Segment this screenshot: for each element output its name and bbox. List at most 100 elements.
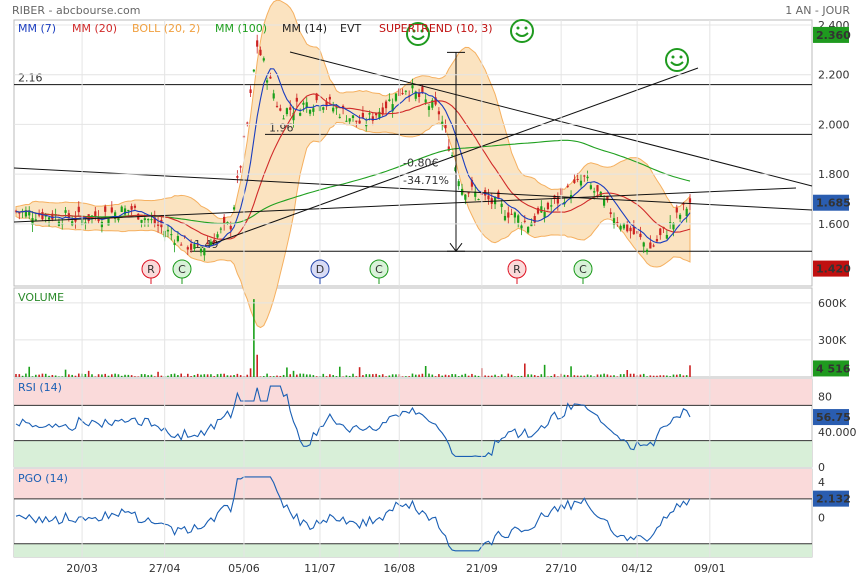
candle-body bbox=[675, 207, 678, 213]
rsi-oversold-zone bbox=[14, 440, 812, 467]
volume-bar bbox=[335, 376, 338, 377]
volume-bar bbox=[454, 374, 457, 377]
volume-bar bbox=[537, 375, 539, 377]
volume-bar bbox=[51, 374, 54, 377]
volume-bar bbox=[639, 374, 642, 377]
volume-bar bbox=[21, 375, 24, 377]
candle-body bbox=[358, 120, 361, 124]
volume-bar bbox=[28, 366, 31, 377]
volume-bar bbox=[325, 376, 328, 377]
volume-bar bbox=[368, 374, 371, 377]
candle-body bbox=[464, 194, 467, 200]
volume-bar bbox=[289, 374, 292, 377]
volume-bar bbox=[203, 374, 206, 377]
candle-body bbox=[579, 180, 583, 186]
volume-bar bbox=[190, 376, 192, 377]
candle-body bbox=[678, 214, 682, 219]
volume-bar bbox=[431, 374, 434, 377]
volume-bar bbox=[540, 374, 543, 377]
candle-body bbox=[246, 122, 249, 124]
candle-body bbox=[289, 107, 292, 110]
level-label: 1.96 bbox=[269, 121, 294, 134]
candle-body bbox=[203, 248, 206, 256]
volume-bar bbox=[586, 374, 589, 377]
candle-body bbox=[401, 93, 404, 95]
candle-body bbox=[411, 85, 414, 89]
candle-body bbox=[38, 214, 41, 216]
signal-label: R bbox=[513, 263, 521, 276]
volume-bar bbox=[44, 373, 47, 377]
volume-bar bbox=[246, 374, 249, 377]
volume-bar bbox=[527, 374, 529, 377]
volume-bar bbox=[457, 376, 460, 377]
pgo-tick-label: 4 bbox=[818, 476, 825, 489]
candle-body bbox=[616, 222, 619, 224]
candle-body bbox=[685, 208, 688, 217]
candle-body bbox=[384, 101, 388, 109]
candle-body bbox=[133, 205, 137, 208]
volume-bar bbox=[507, 373, 510, 377]
candle-body bbox=[332, 107, 335, 112]
volume-bar bbox=[187, 373, 189, 377]
volume-bar bbox=[31, 376, 34, 377]
volume-bar bbox=[388, 375, 391, 377]
candle-body bbox=[427, 106, 431, 110]
volume-bar bbox=[487, 375, 490, 377]
smiley-icon bbox=[665, 48, 689, 72]
volume-bar bbox=[411, 373, 414, 377]
candle-body bbox=[510, 213, 513, 215]
candle-body bbox=[645, 249, 649, 253]
volume-bar bbox=[662, 375, 665, 377]
volume-bar bbox=[524, 363, 526, 377]
candle-body bbox=[527, 226, 530, 233]
volume-bar bbox=[134, 376, 136, 377]
candle-body bbox=[100, 221, 104, 228]
volume-bar bbox=[656, 375, 658, 377]
candle-body bbox=[355, 120, 358, 122]
volume-bar bbox=[348, 375, 351, 377]
volume-bar bbox=[173, 373, 176, 377]
volume-bar bbox=[606, 374, 609, 377]
price-badge-label: 1.685 bbox=[816, 197, 851, 210]
volume-bar bbox=[405, 376, 407, 377]
volume-bar bbox=[87, 370, 90, 377]
candle-body bbox=[530, 222, 533, 227]
candle-body bbox=[642, 242, 645, 247]
candle-body bbox=[566, 185, 569, 187]
volume-bar bbox=[543, 364, 546, 377]
volume-bar bbox=[424, 366, 427, 377]
legend-boll: BOLL (20, 2) bbox=[132, 22, 200, 35]
candle-body bbox=[467, 192, 470, 194]
volume-panel bbox=[15, 299, 691, 377]
candle-body bbox=[487, 195, 490, 200]
volume-bar bbox=[474, 375, 477, 377]
chart-title: RIBER - abcbourse.com bbox=[12, 4, 140, 17]
candle-body bbox=[655, 239, 659, 242]
pgo-high-zone bbox=[14, 469, 812, 499]
volume-bar bbox=[434, 376, 437, 377]
signal-label: C bbox=[579, 263, 587, 276]
volume-bar bbox=[682, 375, 685, 377]
candle-body bbox=[500, 203, 503, 207]
volume-bar bbox=[101, 374, 103, 377]
volume-bar bbox=[666, 375, 668, 377]
volume-bar bbox=[206, 374, 209, 377]
volume-bar bbox=[292, 370, 295, 377]
rsi-tick-label: 80 bbox=[818, 391, 832, 404]
candle-body bbox=[295, 97, 298, 102]
price-tick-label: 2.000 bbox=[818, 118, 850, 131]
volume-bar bbox=[649, 375, 652, 377]
pgo-tick-label: 0 bbox=[818, 511, 825, 524]
volume-bar bbox=[514, 376, 516, 377]
volume-bar bbox=[573, 375, 576, 377]
volume-bar bbox=[147, 375, 149, 377]
candle-body bbox=[223, 216, 226, 224]
volume-bar bbox=[130, 375, 133, 377]
candle-body bbox=[199, 248, 203, 253]
volume-bar bbox=[18, 374, 21, 377]
volume-bar bbox=[685, 375, 688, 377]
volume-bar bbox=[226, 375, 229, 377]
volume-bar bbox=[180, 373, 182, 377]
volume-bar bbox=[428, 373, 430, 377]
volume-bar bbox=[266, 373, 268, 377]
